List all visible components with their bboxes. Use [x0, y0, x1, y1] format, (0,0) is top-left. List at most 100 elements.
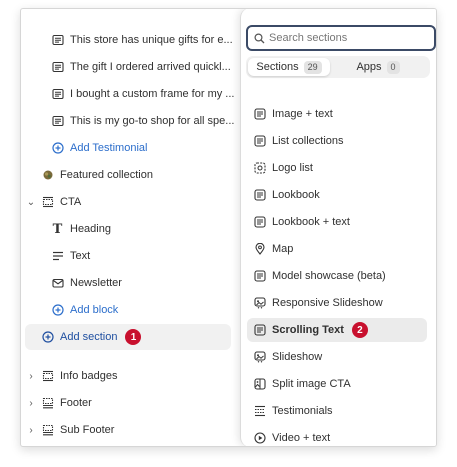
tree-block-label: Text — [70, 250, 91, 262]
section-tree: This store has unique gifts for e... The… — [21, 9, 251, 446]
section-option-label: Testimonials — [272, 405, 333, 417]
map-pin-icon — [253, 243, 266, 256]
heading-icon: T — [52, 221, 63, 237]
tree-block-newsletter[interactable]: Newsletter — [51, 270, 122, 296]
section-option-lookbook[interactable]: Lookbook — [247, 183, 427, 207]
section-layout-icon — [41, 196, 54, 209]
tree-item-testimonial[interactable]: The gift I ordered arrived quickl... — [51, 54, 236, 80]
tree-block-label: Heading — [70, 223, 111, 235]
section-option-lookbook-text[interactable]: Lookbook + text — [247, 210, 427, 234]
section-option-video-text[interactable]: Video + text — [247, 426, 427, 446]
section-option-list-collections[interactable]: List collections — [247, 129, 427, 153]
section-option-label: Logo list — [272, 162, 313, 174]
tree-item-testimonial[interactable]: This is my go-to shop for all spe... — [51, 108, 236, 134]
section-option-image-text[interactable]: Image + text — [247, 102, 427, 126]
text-block-icon — [51, 61, 64, 74]
testimonials-icon — [253, 405, 266, 418]
tab-count: 0 — [386, 60, 400, 74]
chevron-right-icon[interactable]: › — [25, 371, 37, 382]
tree-block-heading[interactable]: T Heading — [51, 216, 111, 242]
section-option-label: List collections — [272, 135, 344, 147]
theme-editor-panel: This store has unique gifts for e... The… — [20, 8, 437, 447]
section-layout-icon — [41, 370, 54, 383]
email-icon — [51, 277, 64, 290]
tree-item-testimonial[interactable]: This store has unique gifts for e... — [51, 27, 236, 53]
section-option-label: Slideshow — [272, 351, 323, 363]
tree-section-label: Sub Footer — [60, 424, 115, 436]
tree-block-text[interactable]: Text — [51, 243, 90, 269]
collection-thumbnail-icon — [41, 169, 54, 182]
tree-section-footer[interactable]: › Footer — [25, 390, 92, 416]
chevron-right-icon[interactable]: › — [25, 425, 37, 436]
add-testimonial-label: Add Testimonial — [70, 142, 148, 154]
footer-layout-icon — [41, 397, 54, 410]
search-field[interactable] — [246, 25, 436, 51]
add-section-label: Add section — [60, 331, 118, 343]
list-collections-icon — [253, 135, 266, 148]
image-text-icon — [253, 108, 266, 121]
tree-item-label: The gift I ordered arrived quickl... — [70, 61, 231, 73]
text-lines-icon — [51, 250, 64, 263]
lookbook-icon — [253, 189, 266, 202]
add-section-button[interactable]: Add section 1 — [41, 324, 142, 350]
model-showcase-icon — [253, 270, 266, 283]
tree-section-label: Featured collection — [60, 169, 153, 181]
section-option-label: Responsive Slideshow — [272, 297, 383, 309]
tree-section-label: Footer — [60, 397, 92, 409]
tree-section-sub-footer[interactable]: › Sub Footer — [25, 417, 114, 443]
video-play-icon — [253, 432, 266, 445]
lookbook-text-icon — [253, 216, 266, 229]
tree-item-label: This store has unique gifts for e... — [70, 34, 233, 46]
section-option-label: Split image CTA — [272, 378, 351, 390]
tree-section-cta[interactable]: ⌄ CTA — [25, 189, 81, 215]
footer-layout-icon — [41, 424, 54, 437]
section-option-label: Video + text — [272, 432, 331, 444]
section-option-label: Lookbook — [272, 189, 320, 201]
slideshow-icon — [253, 351, 266, 364]
step-badge: 1 — [125, 329, 142, 345]
section-option-split-image-cta[interactable]: Split image CTA — [247, 372, 427, 396]
slideshow-icon — [253, 297, 266, 310]
section-option-label: Map — [272, 243, 294, 255]
section-option-map[interactable]: Map — [247, 237, 427, 261]
plus-circle-icon — [51, 304, 64, 317]
text-block-icon — [51, 34, 64, 47]
section-option-testimonials[interactable]: Testimonials — [247, 399, 427, 423]
section-option-label: Scrolling Text — [272, 324, 344, 336]
section-option-logo-list[interactable]: Logo list — [247, 156, 427, 180]
tree-item-label: I bought a custom frame for my ... — [70, 88, 235, 100]
section-option-slideshow[interactable]: Slideshow — [247, 345, 427, 369]
section-option-model-showcase[interactable]: Model showcase (beta) — [247, 264, 427, 288]
add-testimonial-button[interactable]: Add Testimonial — [51, 135, 147, 161]
split-image-icon — [253, 378, 266, 391]
plus-circle-icon — [51, 142, 64, 155]
plus-circle-icon — [41, 331, 54, 344]
tree-item-testimonial[interactable]: I bought a custom frame for my ... — [51, 81, 236, 107]
section-option-label: Model showcase (beta) — [272, 270, 386, 282]
tab-apps[interactable]: Apps 0 — [330, 58, 426, 76]
chevron-down-icon[interactable]: ⌄ — [25, 197, 37, 208]
step-badge: 2 — [351, 322, 368, 338]
tree-section-label: Info badges — [60, 370, 118, 382]
section-option-label: Lookbook + text — [272, 216, 350, 228]
section-picker-popover: Sections 29 Apps 0 Image + text List col… — [240, 9, 436, 446]
add-block-button[interactable]: Add block — [51, 297, 118, 323]
tree-item-label: This is my go-to shop for all spe... — [70, 115, 235, 127]
tab-count: 29 — [303, 60, 322, 74]
section-option-responsive-slideshow[interactable]: Responsive Slideshow — [247, 291, 427, 315]
tree-section-info-badges[interactable]: › Info badges — [25, 363, 118, 389]
search-input[interactable] — [269, 32, 419, 44]
tree-section-featured-collection[interactable]: Featured collection — [41, 162, 153, 188]
picker-tabs: Sections 29 Apps 0 — [246, 56, 430, 78]
chevron-right-icon[interactable]: › — [25, 398, 37, 409]
tab-label: Sections — [256, 61, 299, 73]
section-option-scrolling-text[interactable]: Scrolling Text 2 — [247, 318, 427, 342]
scrolling-text-icon — [253, 324, 266, 337]
text-block-icon — [51, 115, 64, 128]
section-option-label: Image + text — [272, 108, 333, 120]
tab-sections[interactable]: Sections 29 — [248, 58, 330, 76]
tab-label: Apps — [356, 61, 382, 73]
add-block-label: Add block — [70, 304, 119, 316]
logo-list-icon — [253, 162, 266, 175]
tree-section-label: CTA — [60, 196, 82, 208]
